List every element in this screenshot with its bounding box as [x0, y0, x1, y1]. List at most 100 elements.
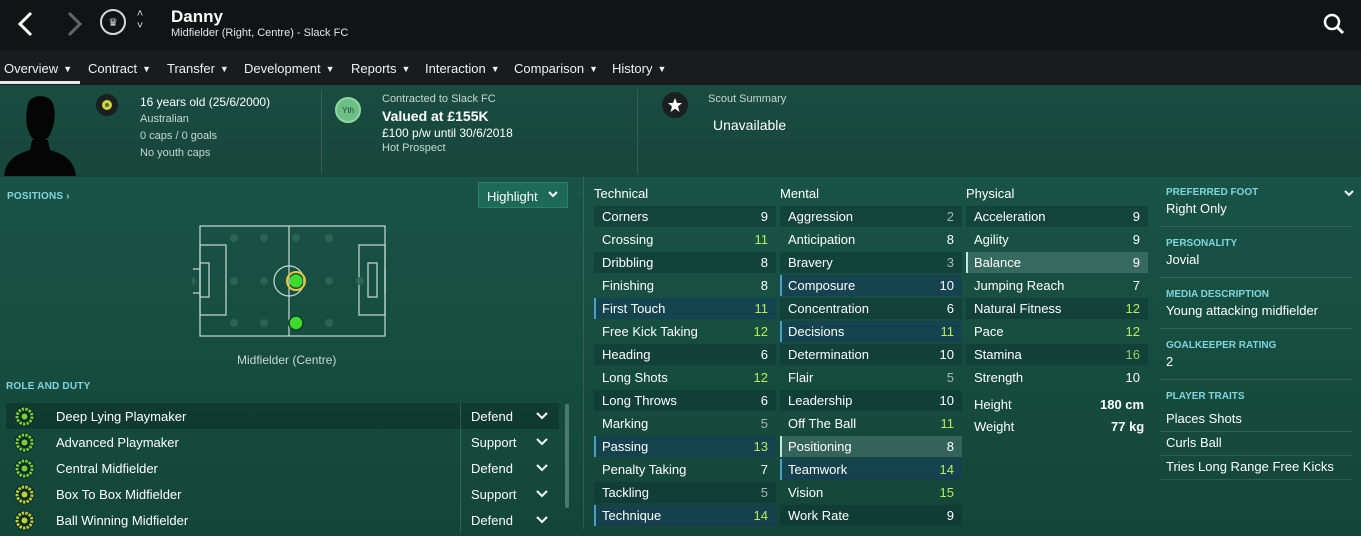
attribute-row[interactable]: Free Kick Taking 12: [594, 321, 776, 342]
attribute-value: 9: [946, 508, 954, 523]
attribute-row[interactable]: Teamwork 14: [780, 459, 962, 480]
attribute-name: Pace: [974, 324, 1004, 339]
attribute-row[interactable]: Long Throws 6: [594, 390, 776, 411]
duty-dropdown[interactable]: Defend: [460, 403, 559, 429]
attribute-row[interactable]: Agility 9: [966, 229, 1148, 250]
duty-dropdown[interactable]: Support: [460, 429, 559, 455]
duty-dropdown[interactable]: Support: [460, 481, 559, 507]
player-name: Danny: [171, 7, 223, 26]
role-row[interactable]: Deep Lying Playmaker Defend: [6, 403, 559, 429]
attribute-name: Technique: [602, 508, 662, 523]
positions-link[interactable]: POSITIONS ›: [7, 191, 70, 202]
role-suitability-icon: [14, 484, 35, 505]
attribute-row[interactable]: Jumping Reach 7: [966, 275, 1148, 296]
attribute-row[interactable]: Determination 10: [780, 344, 962, 365]
back-arrow-icon[interactable]: [14, 10, 38, 38]
attribute-row[interactable]: Balance 9: [966, 252, 1148, 273]
forward-arrow-icon[interactable]: [62, 10, 86, 38]
role-name: Box To Box Midfielder: [56, 487, 182, 502]
media-description-value: Young attacking midfielder: [1166, 303, 1319, 318]
attribute-value: 8: [760, 255, 768, 270]
position-pitch: [192, 225, 386, 337]
menu-overview[interactable]: Overview ▼: [4, 61, 72, 76]
attribute-row[interactable]: Anticipation 8: [780, 229, 962, 250]
attribute-row[interactable]: Decisions 11: [780, 321, 962, 342]
duty-label: Support: [471, 487, 517, 502]
menu-reports[interactable]: Reports ▼: [351, 61, 410, 76]
attribute-row[interactable]: Strength 10: [966, 367, 1148, 388]
mental-header: Mental: [780, 186, 820, 201]
search-icon[interactable]: [1322, 12, 1346, 36]
attribute-name: Determination: [788, 347, 869, 362]
attribute-value: 11: [754, 232, 769, 247]
menu-development[interactable]: Development ▼: [244, 61, 335, 76]
attribute-row[interactable]: Composure 10: [780, 275, 962, 296]
attribute-name: Dribbling: [602, 255, 654, 270]
attribute-row[interactable]: Crossing 11: [594, 229, 776, 250]
role-row[interactable]: Ball Winning Midfielder Defend: [6, 507, 559, 533]
role-row[interactable]: Box To Box Midfielder Support: [6, 481, 559, 507]
attribute-row[interactable]: Heading 6: [594, 344, 776, 365]
attribute-row[interactable]: First Touch 11: [594, 298, 776, 319]
attribute-value: 15: [939, 485, 954, 500]
attribute-row[interactable]: Bravery 3: [780, 252, 962, 273]
duty-dropdown[interactable]: Defend: [460, 507, 559, 533]
attribute-row[interactable]: Corners 9: [594, 206, 776, 227]
attribute-value: 8: [946, 439, 954, 454]
attribute-name: Anticipation: [788, 232, 856, 247]
attribute-row[interactable]: Acceleration 9: [966, 206, 1148, 227]
attribute-row[interactable]: Positioning 8: [780, 436, 962, 457]
attribute-row[interactable]: Leadership 10: [780, 390, 962, 411]
menu-history[interactable]: History ▼: [612, 61, 666, 76]
duty-dropdown[interactable]: Defend: [460, 455, 559, 481]
chevron-down-icon[interactable]: [1342, 186, 1356, 200]
attribute-name: Concentration: [788, 301, 869, 316]
attribute-name: Corners: [602, 209, 649, 224]
attribute-value: 13: [753, 439, 768, 454]
attribute-value: 10: [939, 347, 954, 362]
menu-comparison[interactable]: Comparison ▼: [514, 61, 598, 76]
attribute-row[interactable]: Passing 13: [594, 436, 776, 457]
preferred-foot-value: Right Only: [1166, 201, 1227, 216]
attribute-row[interactable]: Long Shots 12: [594, 367, 776, 388]
attribute-row[interactable]: Work Rate 9: [780, 505, 962, 526]
attribute-row[interactable]: Stamina 16: [966, 344, 1148, 365]
attribute-value: 11: [940, 416, 955, 431]
club-badge-icon[interactable]: ♛: [100, 9, 126, 35]
info-divider: [321, 90, 322, 174]
attribute-row[interactable]: Penalty Taking 7: [594, 459, 776, 480]
attribute-value: 5: [946, 370, 954, 385]
attribute-row[interactable]: Aggression 2: [780, 206, 962, 227]
attribute-value: 7: [1132, 278, 1140, 293]
player-position-club: Midfielder (Right, Centre) - Slack FC: [171, 27, 349, 39]
player-switch-arrows-icon[interactable]: ˄ ˅: [133, 8, 147, 36]
attribute-row[interactable]: Dribbling 8: [594, 252, 776, 273]
attribute-name: Decisions: [788, 324, 845, 339]
menu-transfer[interactable]: Transfer ▼: [167, 61, 229, 76]
roles-scrollbar[interactable]: [565, 404, 569, 508]
attribute-row[interactable]: Vision 15: [780, 482, 962, 503]
role-row[interactable]: Advanced Playmaker Support: [6, 429, 559, 455]
attribute-row[interactable]: Natural Fitness 12: [966, 298, 1148, 319]
attribute-row[interactable]: Off The Ball 11: [780, 413, 962, 434]
attribute-row[interactable]: Tackling 5: [594, 482, 776, 503]
role-row[interactable]: Central Midfielder Defend: [6, 455, 559, 481]
attribute-row[interactable]: Marking 5: [594, 413, 776, 434]
attribute-value: 9: [760, 209, 768, 224]
attribute-row[interactable]: Concentration 6: [780, 298, 962, 319]
player-age: 16 years old (25/6/2000): [140, 95, 271, 109]
attribute-row[interactable]: Pace 12: [966, 321, 1148, 342]
attribute-row[interactable]: Technique 14: [594, 505, 776, 526]
role-name: Ball Winning Midfielder: [56, 513, 189, 528]
attribute-row[interactable]: Flair 5: [780, 367, 962, 388]
attribute-name: Vision: [788, 485, 824, 500]
attribute-row[interactable]: Finishing 8: [594, 275, 776, 296]
attribute-name: Bravery: [788, 255, 833, 270]
menu-interaction[interactable]: Interaction ▼: [425, 61, 500, 76]
menu-contract[interactable]: Contract ▼: [88, 61, 151, 76]
player-wage: £100 p/w until 30/6/2018: [382, 126, 513, 140]
attribute-value: 12: [1125, 301, 1140, 316]
attribute-value: 5: [760, 485, 768, 500]
attribute-value: 10: [1125, 370, 1140, 385]
attribute-value: 10: [939, 393, 954, 408]
